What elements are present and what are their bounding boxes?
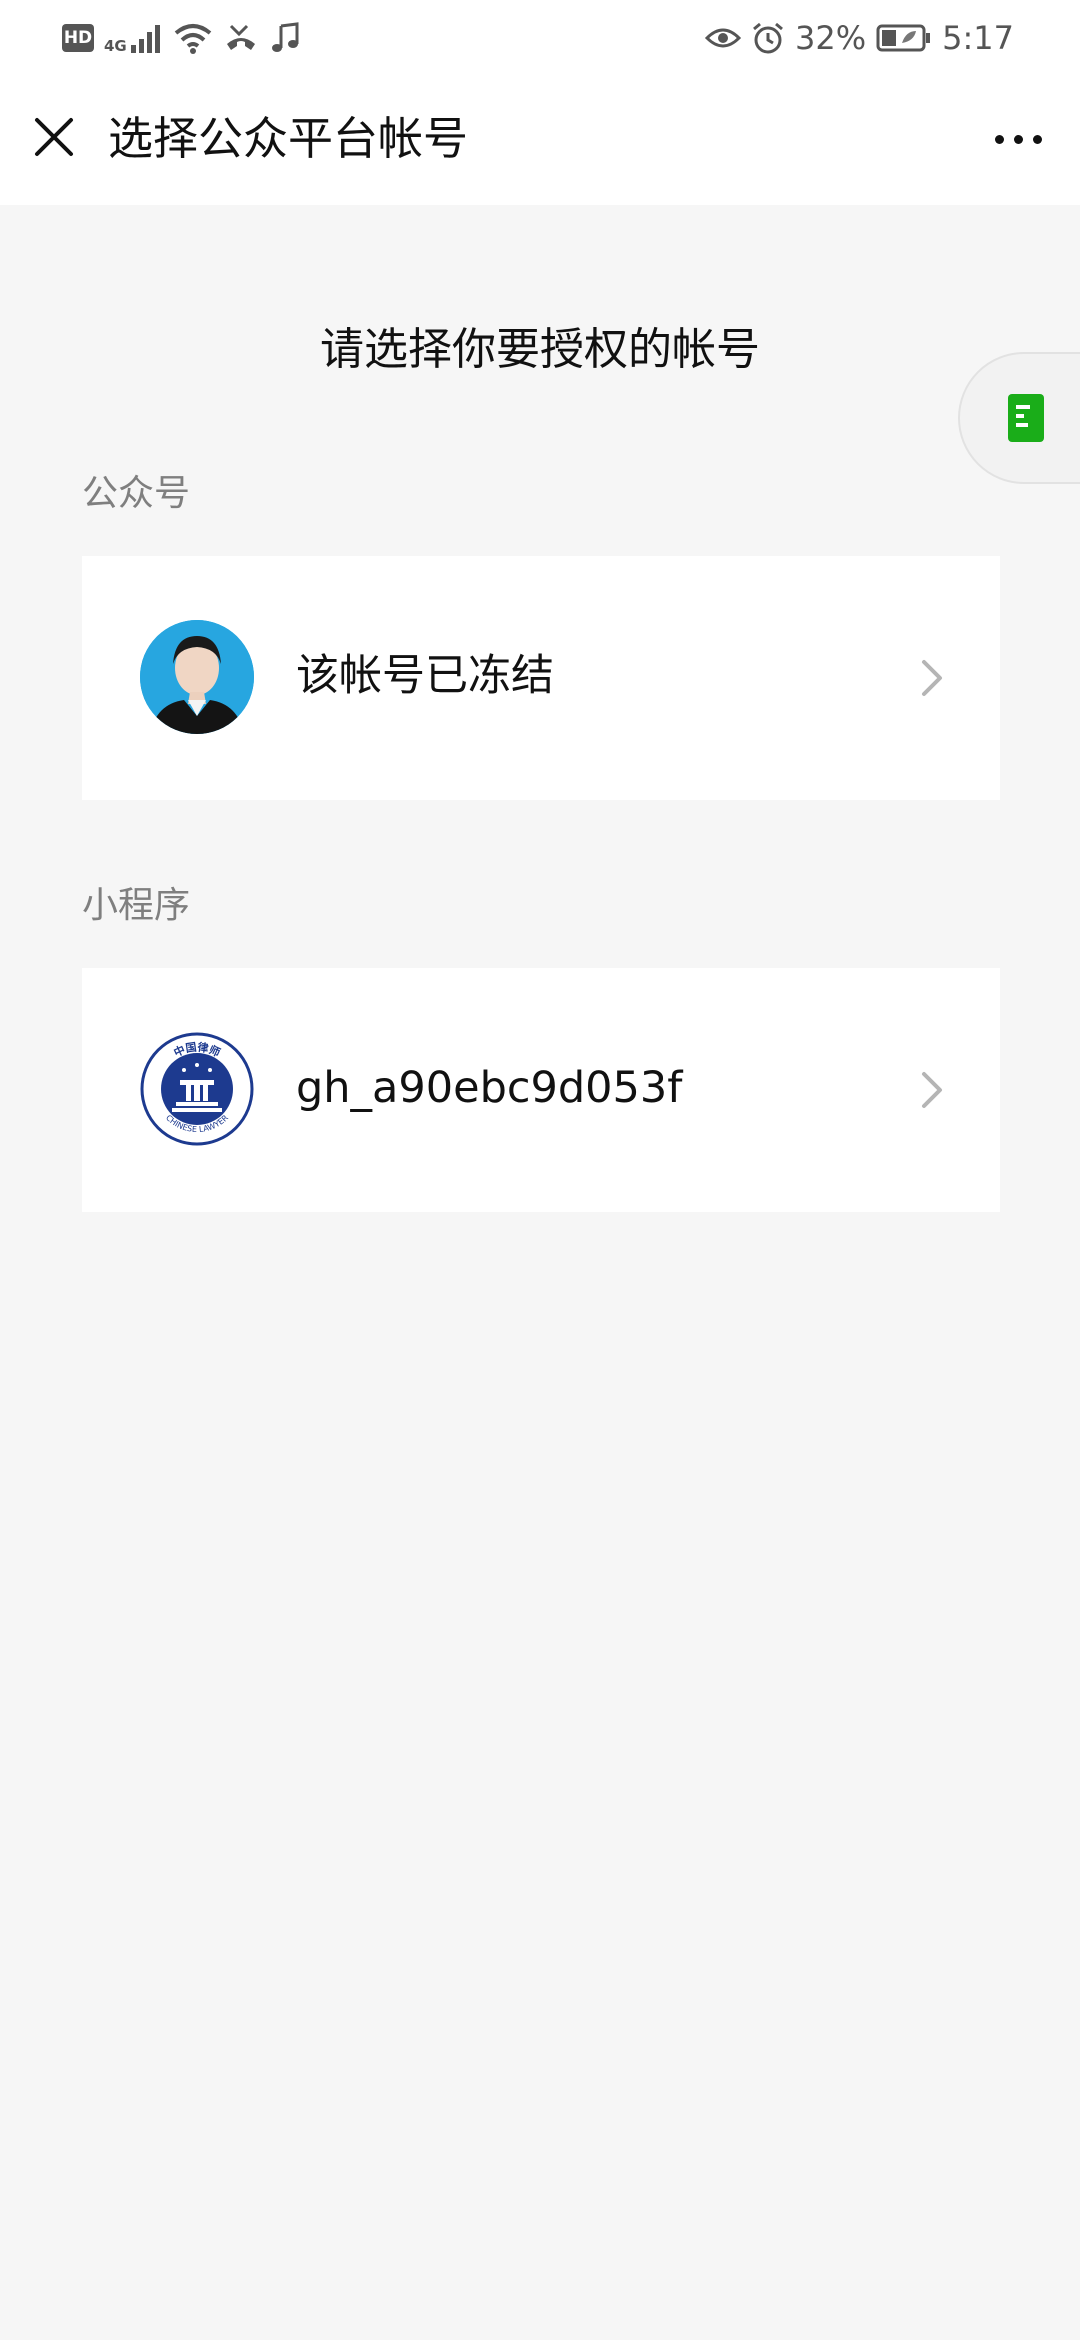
portrait-image [140, 620, 254, 734]
title-bar: 选择公众平台帐号 [0, 75, 1080, 205]
selection-prompt: 请选择你要授权的帐号 [320, 324, 760, 375]
more-dot-icon [994, 134, 1004, 144]
more-dot-icon [1032, 134, 1042, 144]
hd-badge: HD [62, 24, 94, 52]
missed-call-icon [226, 24, 255, 50]
signal-icon [130, 25, 160, 53]
more-options-button[interactable] [986, 115, 1050, 163]
status-bar-right: 32% 5:17 [705, 18, 1014, 58]
chinese-lawyer-logo: 中国律师 CHINESE LAWYER [140, 1032, 254, 1146]
music-icon [271, 22, 299, 52]
eye-icon [705, 28, 742, 48]
more-dot-icon [1013, 134, 1023, 144]
section-label-official-account: 公众号 [82, 473, 191, 514]
status-bar: HD 4G 32% 5:17 [0, 0, 1080, 75]
account-row-mini-program[interactable]: 中国律师 CHINESE LAWYER gh_a90ebc9d053f [82, 968, 1000, 1212]
clock-time: 5:17 [942, 19, 1014, 57]
alarm-icon [753, 22, 783, 54]
wifi-icon [174, 24, 212, 54]
network-type: 4G [104, 37, 127, 55]
section-label-mini-program: 小程序 [82, 885, 191, 926]
floating-document-tab[interactable] [958, 352, 1080, 484]
document-icon [1008, 394, 1044, 442]
account-name: 该帐号已冻结 [296, 651, 554, 701]
chevron-right-icon [922, 660, 942, 696]
page-title: 选择公众平台帐号 [108, 112, 469, 165]
close-icon [35, 118, 73, 156]
status-bar-left: HD 4G [62, 18, 301, 58]
account-name: gh_a90ebc9d053f [296, 1063, 683, 1113]
logo-image: 中国律师 CHINESE LAWYER [140, 1032, 254, 1146]
battery-percent: 32% [795, 19, 867, 57]
network-indicator: 4G [104, 23, 163, 55]
user-photo-avatar [140, 620, 254, 734]
chevron-right-icon [922, 1072, 942, 1108]
account-row-official-account[interactable]: 该帐号已冻结 [82, 556, 1000, 800]
close-button[interactable] [28, 111, 80, 163]
battery-icon [876, 24, 931, 52]
